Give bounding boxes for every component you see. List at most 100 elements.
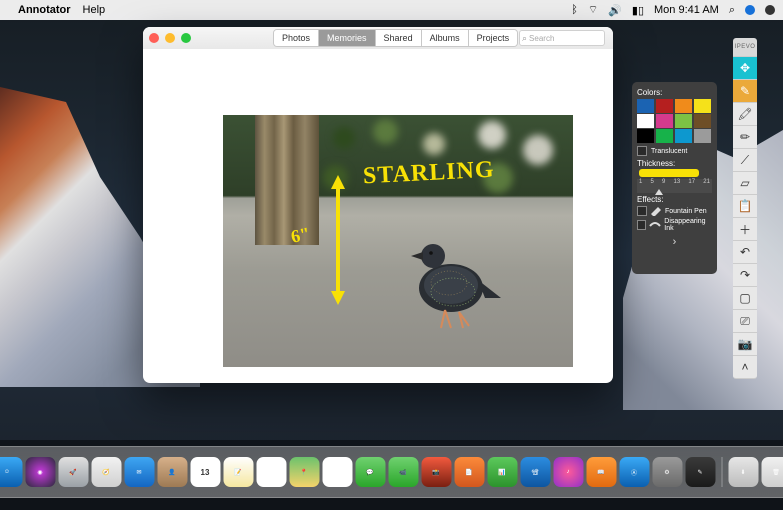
dock-contacts[interactable]: 👤	[157, 457, 187, 487]
color-swatch[interactable]	[675, 114, 692, 128]
redo-tool-icon[interactable]: ↷	[733, 264, 757, 287]
bokeh-dot	[333, 127, 355, 149]
photo-bird	[393, 220, 503, 330]
dock-keynote[interactable]: 📽	[520, 457, 550, 487]
eraser-tool-icon[interactable]: ▱	[733, 172, 757, 195]
fountain-pen-icon	[650, 206, 662, 216]
brush-tool-icon[interactable]: ✏	[733, 126, 757, 149]
bokeh-dot	[478, 121, 506, 149]
dock-pages[interactable]: 📄	[454, 457, 484, 487]
dock-prefs[interactable]: ⚙	[652, 457, 682, 487]
zoom-button[interactable]	[181, 33, 191, 43]
color-swatch[interactable]	[656, 99, 673, 113]
dock-messages[interactable]: 💬	[355, 457, 385, 487]
dock-calendar[interactable]: 13	[190, 457, 220, 487]
dock-safari[interactable]: 🧭	[91, 457, 121, 487]
battery-icon[interactable]: ▮▯	[632, 4, 644, 17]
traffic-lights	[149, 33, 191, 43]
color-swatch[interactable]	[656, 114, 673, 128]
undo-tool-icon[interactable]: ↶	[733, 241, 757, 264]
color-swatch[interactable]	[637, 129, 654, 143]
highlighter-tool-icon[interactable]: 🖍	[733, 103, 757, 126]
color-swatch[interactable]	[637, 99, 654, 113]
add-tool-icon[interactable]: ＋	[733, 218, 757, 241]
dock-appstore[interactable]: Ⓐ	[619, 457, 649, 487]
wifi-icon[interactable]: ⌔	[588, 3, 598, 17]
volume-icon[interactable]: 🔊	[608, 4, 622, 17]
thickness-label: Thickness:	[637, 159, 712, 177]
dock-annotator[interactable]: ✎	[685, 457, 715, 487]
translucent-row[interactable]: Translucent	[637, 146, 712, 156]
dock: ☺◉🚀🧭✉👤13📝☑📍✿💬📹📸📄📊📽♪📖Ⓐ⚙✎ ⬇🗑	[0, 446, 783, 498]
effect-ink-row[interactable]: Disappearing Ink	[637, 218, 712, 232]
color-swatch[interactable]	[637, 114, 654, 128]
dock-mail[interactable]: ✉	[124, 457, 154, 487]
desktop: Annotator Help ᛒ ⌔ 🔊 ▮▯ Mon 9:41 AM ⌕ Ph…	[0, 0, 783, 510]
close-button[interactable]	[149, 33, 159, 43]
whiteboard-icon[interactable]: ▢	[733, 287, 757, 310]
dock-trash[interactable]: 🗑	[761, 457, 783, 487]
tab-projects[interactable]: Projects	[469, 30, 518, 46]
dock-maps[interactable]: 📍	[289, 457, 319, 487]
dock-notes[interactable]: 📝	[223, 457, 253, 487]
translucent-checkbox[interactable]	[637, 146, 647, 156]
ipevo-tool-strip: IPEVO ✥✎🖍✏⟋▱📋＋↶↷▢⎚📷˄	[733, 38, 757, 379]
window-titlebar[interactable]: Photos Memories Shared Albums Projects S…	[143, 27, 613, 49]
annotation-arrow	[328, 175, 348, 305]
clipboard-tool-icon[interactable]: 📋	[733, 195, 757, 218]
search-placeholder: Search	[529, 34, 554, 43]
tab-shared[interactable]: Shared	[376, 30, 422, 46]
dock-siri[interactable]: ◉	[25, 457, 55, 487]
dock-photos[interactable]: ✿	[322, 457, 352, 487]
bokeh-dot	[423, 133, 445, 155]
dock-downloads[interactable]: ⬇	[728, 457, 758, 487]
ipevo-brand-label[interactable]: IPEVO	[733, 38, 757, 57]
dock-launchpad[interactable]: 🚀	[58, 457, 88, 487]
minimize-button[interactable]	[165, 33, 175, 43]
color-swatch[interactable]	[675, 99, 692, 113]
tab-memories[interactable]: Memories	[319, 30, 376, 46]
dock-separator	[721, 457, 722, 487]
collapse-icon[interactable]: ˄	[733, 356, 757, 379]
dock-ibooks[interactable]: 📖	[586, 457, 616, 487]
menubar-right: ᛒ ⌔ 🔊 ▮▯ Mon 9:41 AM ⌕	[571, 3, 775, 17]
tab-albums[interactable]: Albums	[422, 30, 469, 46]
desktop-snap-icon[interactable]: ⎚	[733, 310, 757, 333]
clock[interactable]: Mon 9:41 AM	[654, 4, 719, 16]
dock-itunes[interactable]: ♪	[553, 457, 583, 487]
photo-canvas[interactable]: 6" STARLING	[223, 115, 573, 367]
color-swatch[interactable]	[675, 129, 692, 143]
color-swatch[interactable]	[656, 129, 673, 143]
dock-photobooth[interactable]: 📸	[421, 457, 451, 487]
app-menu[interactable]: Annotator	[18, 4, 71, 16]
camera-icon[interactable]: 📷	[733, 333, 757, 356]
help-menu[interactable]: Help	[83, 4, 106, 16]
ipevo-options-panel[interactable]: Colors: Translucent Thickness: 1 5 9 13 …	[632, 82, 717, 274]
dock-reminders[interactable]: ☑	[256, 457, 286, 487]
tab-photos[interactable]: Photos	[274, 30, 319, 46]
effect-fountain-checkbox[interactable]	[637, 206, 647, 216]
control-center-icon[interactable]	[745, 5, 755, 15]
spotlight-icon[interactable]: ⌕	[729, 4, 735, 17]
dock-finder[interactable]: ☺	[0, 457, 22, 487]
dock-numbers[interactable]: 📊	[487, 457, 517, 487]
menubar: Annotator Help ᛒ ⌔ 🔊 ▮▯ Mon 9:41 AM ⌕	[0, 0, 783, 20]
effect-fountain-row[interactable]: Fountain Pen	[637, 206, 712, 216]
pencil-tool-icon[interactable]: ✎	[733, 80, 757, 103]
effects-label: Effects:	[637, 195, 712, 204]
search-input[interactable]: Search	[519, 30, 605, 46]
color-swatch[interactable]	[694, 114, 711, 128]
effect-ink-checkbox[interactable]	[637, 220, 646, 230]
color-swatch[interactable]	[694, 129, 711, 143]
line-tool-icon[interactable]: ⟋	[733, 149, 757, 172]
move-tool-icon[interactable]: ✥	[733, 57, 757, 80]
bluetooth-icon[interactable]: ᛒ	[571, 4, 578, 16]
annotation-height-text: 6"	[289, 223, 312, 247]
panel-expand-button[interactable]: ›	[637, 236, 712, 248]
color-swatches	[637, 99, 712, 143]
thickness-slider[interactable]: 1 5 9 13 17 21	[637, 179, 712, 193]
dock-facetime[interactable]: 📹	[388, 457, 418, 487]
siri-icon[interactable]	[765, 5, 775, 15]
bokeh-dot	[523, 135, 553, 165]
color-swatch[interactable]	[694, 99, 711, 113]
